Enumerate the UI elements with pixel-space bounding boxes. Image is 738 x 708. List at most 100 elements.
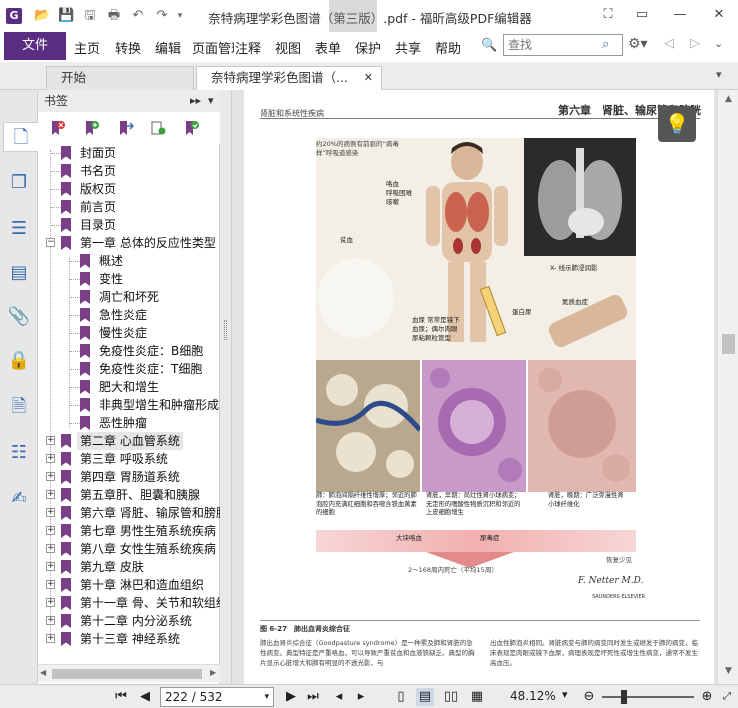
comments-icon[interactable]: ▤ [4,258,34,288]
form-fields-icon[interactable]: ☷ [4,438,34,468]
go-forward-icon[interactable]: ▸ [352,688,370,706]
bookmark-item[interactable]: + 第八章 女性生殖系统疾病 [38,540,220,558]
file-menu-button[interactable]: 文件 [4,32,66,60]
previous-page-icon[interactable]: ◀ [136,688,154,706]
tab-document[interactable]: 奈特病理学彩色图谱（... ✕ [196,66,382,90]
bookmark-item[interactable]: 前言页 [38,198,220,216]
expand-node-icon[interactable]: + [46,544,55,553]
scroll-down-icon[interactable]: ▼ [722,666,735,678]
bookmark-item[interactable]: 目录页 [38,216,220,234]
menu-share[interactable]: 共享 [395,38,421,57]
signatures-icon[interactable]: ✍ [4,484,34,514]
expand-node-icon[interactable]: + [46,634,55,643]
expand-node-icon[interactable]: + [46,580,55,589]
redo-icon[interactable]: ↷ [154,8,170,24]
expand-node-icon[interactable]: + [46,508,55,517]
expand-node-icon[interactable]: + [46,472,55,481]
bookmarks-panel-icon[interactable]: 🗋 [3,122,38,152]
find-folder-icon[interactable]: 🔍 [481,38,499,54]
single-page-view-icon[interactable]: ▯ [392,688,410,706]
fit-options-icon[interactable]: ⤢ [718,688,736,706]
close-tab-icon[interactable]: ✕ [364,67,373,89]
menu-view[interactable]: 视图 [275,38,301,57]
scroll-left-icon[interactable]: ◀ [40,668,46,677]
menu-convert[interactable]: 转换 [115,38,141,57]
menu-comment[interactable]: 注释 [235,38,261,57]
continuous-facing-view-icon[interactable]: ▦ [468,688,486,706]
layers-icon[interactable]: ☰ [4,214,34,244]
bookmark-item[interactable]: 慢性炎症 [38,324,220,342]
bookmark-item[interactable]: 恶性肿瘤 [38,414,220,432]
tab-start[interactable]: 开始 [46,66,194,90]
expand-node-icon[interactable]: + [46,490,55,499]
expand-node-icon[interactable]: + [46,562,55,571]
bookmark-item[interactable]: + 第六章 肾脏、输尿管和膀胱 [38,504,220,522]
bookmark-item-selected[interactable]: + 第二章 心血管系统 [38,432,220,450]
zoom-dropdown-icon[interactable]: ▾ [562,688,568,701]
menu-page-management[interactable]: 页面管理 [192,38,234,57]
zoom-slider-track[interactable] [602,696,694,698]
bookmark-item[interactable]: + 第七章 男性生殖系统疾病 [38,522,220,540]
add-bookmark-icon[interactable] [84,120,100,136]
bookmark-item[interactable]: 凋亡和坏死 [38,288,220,306]
document-properties-icon[interactable]: 🗎 [4,392,34,422]
open-file-icon[interactable]: 📂 [34,8,50,24]
bookmark-item[interactable]: 书名页 [38,162,220,180]
fullscreen-icon[interactable]: ⛶ [594,4,622,26]
last-page-icon[interactable]: ⏭ [304,688,322,706]
bookmark-item[interactable]: + 第九章 皮肤 [38,558,220,576]
bookmark-item[interactable]: + 第五章肝、胆囊和胰腺 [38,486,220,504]
undo-icon[interactable]: ↶ [130,8,146,24]
document-vertical-scrollbar[interactable]: ▲ ▼ [717,90,738,684]
save-as-icon[interactable]: 🖫 [82,8,98,24]
search-box[interactable]: ⌕ [503,34,623,56]
first-page-icon[interactable]: ⏮ [112,688,130,706]
continuous-view-icon[interactable]: ▤ [416,688,434,706]
print-icon[interactable]: 🖶 [106,8,122,24]
menu-edit[interactable]: 编辑 [155,38,181,57]
scroll-thumb[interactable] [52,669,202,679]
close-window-button[interactable]: ✕ [700,4,738,26]
bookmark-item[interactable]: + 第十一章 骨、关节和软组织 [38,594,220,612]
bookmark-item[interactable]: 免疫性炎症：T细胞 [38,360,220,378]
bookmark-item[interactable]: 免疫性炎症：B细胞 [38,342,220,360]
bookmark-item[interactable]: + 第三章 呼吸系统 [38,450,220,468]
expand-node-icon[interactable]: + [46,436,55,445]
page-thumbnails-icon[interactable]: ❐ [4,168,34,198]
security-lock-icon[interactable]: 🔒 [4,346,34,376]
bookmark-item[interactable]: 急性炎症 [38,306,220,324]
page-number-input[interactable]: 222 / 532 ▾ [160,687,274,707]
search-icon[interactable]: ⌕ [602,37,618,53]
menu-help[interactable]: 帮助 [435,38,461,57]
bookmark-horizontal-scrollbar[interactable]: ◀ ▶ [38,664,220,682]
expand-node-icon[interactable]: + [46,526,55,535]
go-back-icon[interactable]: ◂ [330,688,348,706]
zoom-out-icon[interactable]: ⊖ [580,688,598,706]
minimize-button[interactable]: — [660,4,700,26]
add-child-bookmark-icon[interactable] [118,120,134,136]
scroll-right-icon[interactable]: ▶ [210,668,216,677]
restore-layout-icon[interactable]: ▭ [624,4,660,26]
bookmark-item[interactable]: + 第十三章 神经系统 [38,630,220,648]
next-page-icon[interactable]: ▶ [282,688,300,706]
bookmark-item[interactable]: 版权页 [38,180,220,198]
search-input[interactable] [504,35,598,55]
menu-home[interactable]: 主页 [74,38,100,57]
bookmark-item[interactable]: 概述 [38,252,220,270]
collapse-node-icon[interactable]: − [46,238,55,247]
save-icon[interactable]: 💾 [58,8,74,24]
bookmark-item[interactable]: − 第一章 总体的反应性类型 [38,234,220,252]
lightbulb-tips-icon[interactable]: 💡 [658,106,696,142]
scroll-thumb[interactable] [722,334,735,354]
zoom-level[interactable]: 48.12% [510,689,556,703]
expand-bookmark-icon[interactable] [184,120,200,136]
splitter-grip[interactable] [224,320,227,340]
document-viewport[interactable]: 肾脏和系统性疾病 第六章 肾脏、输尿管和膀胱 约20%的病例有前驱的“病毒样”呼… [232,90,717,684]
previous-result-icon[interactable]: ◁ [664,36,674,51]
next-result-icon[interactable]: ▷ [690,36,700,51]
zoom-in-icon[interactable]: ⊕ [698,688,716,706]
scroll-up-icon[interactable]: ▲ [722,94,735,106]
attachments-icon[interactable]: 📎 [4,302,34,332]
menu-protect[interactable]: 保护 [355,38,381,57]
panel-options-icon[interactable]: ▾ [208,90,214,112]
